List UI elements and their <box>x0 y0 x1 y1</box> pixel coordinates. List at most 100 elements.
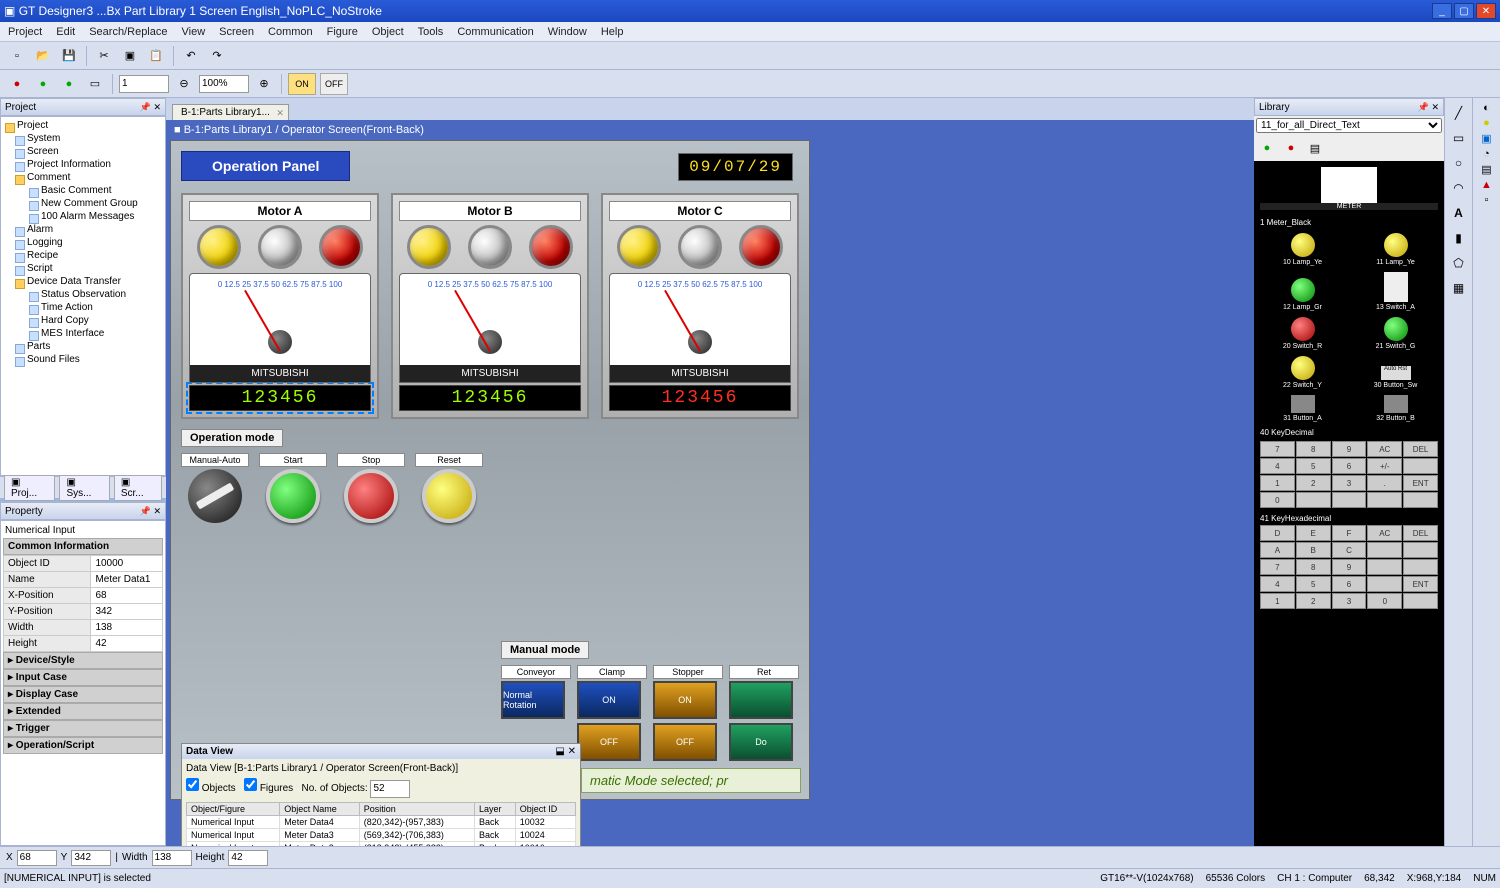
design-canvas[interactable]: Operation Panel 09/07/29 Motor A0 12.5 2… <box>170 140 810 800</box>
prop-group[interactable]: ▸ Trigger <box>3 720 163 737</box>
library-item[interactable]: 10 Lamp_Ye <box>1260 233 1345 266</box>
library-item[interactable]: 21 Switch_G <box>1353 317 1438 350</box>
zoom-field[interactable] <box>199 75 249 93</box>
page-field[interactable] <box>119 75 169 93</box>
keypad-key[interactable]: D <box>1260 525 1295 541</box>
on-toggle[interactable]: ON <box>288 73 316 95</box>
table-header[interactable]: Layer <box>475 802 516 815</box>
property-table[interactable]: Object ID10000NameMeter Data1X-Position6… <box>3 555 163 652</box>
prop-val[interactable]: Meter Data1 <box>91 572 163 588</box>
new-icon[interactable]: ▫ <box>6 45 28 67</box>
data-view-table[interactable]: Object/FigureObject NamePositionLayerObj… <box>186 802 576 847</box>
keypad-key[interactable]: . <box>1367 475 1402 491</box>
menu-view[interactable]: View <box>182 26 206 38</box>
square-button[interactable]: ON <box>653 681 717 719</box>
keypad-decimal[interactable]: 789ACDEL456+/-123.ENT0 <box>1260 441 1438 508</box>
menu-help[interactable]: Help <box>601 26 624 38</box>
w-input[interactable] <box>152 850 192 866</box>
tree-item[interactable]: MES Interface <box>27 327 163 340</box>
lamp-off[interactable] <box>468 225 512 269</box>
keypad-key[interactable] <box>1367 576 1402 592</box>
menu-screen[interactable]: Screen <box>219 26 254 38</box>
numeric-readout[interactable]: 123456 <box>609 385 791 411</box>
tree-comment[interactable]: Comment <box>13 171 163 184</box>
lib-del-icon[interactable]: ● <box>1280 137 1302 159</box>
redo-icon[interactable]: ↷ <box>206 45 228 67</box>
prop-val[interactable]: 42 <box>91 636 163 652</box>
keypad-key[interactable] <box>1403 458 1438 474</box>
tree-item[interactable]: Screen <box>13 145 163 158</box>
project-tree[interactable]: Project SystemScreenProject Information … <box>0 116 166 476</box>
keypad-key[interactable]: 9 <box>1332 441 1367 457</box>
table-row[interactable]: Numerical InputMeter Data3(569,342)-(706… <box>187 828 576 841</box>
label-thumb[interactable]: Auto Rst <box>1381 366 1411 380</box>
minimize-button[interactable]: _ <box>1432 3 1452 19</box>
cut-icon[interactable]: ✂ <box>93 45 115 67</box>
bottom-tab[interactable]: ▣ Scr... <box>114 475 162 501</box>
tree-item[interactable]: New Comment Group <box>27 197 163 210</box>
keypad-key[interactable]: 8 <box>1296 559 1331 575</box>
fill-tool-icon[interactable]: ▮ <box>1448 227 1470 249</box>
maximize-button[interactable]: ▢ <box>1454 3 1474 19</box>
table-header[interactable]: Object/Figure <box>187 802 280 815</box>
bottom-tab[interactable]: ▣ Sys... <box>59 475 109 501</box>
tree-item[interactable]: Project Information <box>13 158 163 171</box>
keypad-key[interactable] <box>1332 492 1367 508</box>
numeric-readout[interactable]: 123456 <box>399 385 581 411</box>
prop-group[interactable]: ▸ Device/Style <box>3 652 163 669</box>
square-button[interactable]: OFF <box>577 723 641 761</box>
lamp-off[interactable] <box>678 225 722 269</box>
pin-icon[interactable]: 📌 ✕ <box>140 102 161 113</box>
figures-checkbox[interactable]: Figures <box>244 783 293 794</box>
lamp-red[interactable] <box>739 225 783 269</box>
library-item[interactable]: 22 Switch_Y <box>1260 356 1345 389</box>
lamp-yellow[interactable] <box>617 225 661 269</box>
square-button[interactable]: Do <box>729 723 793 761</box>
zoom-in-icon[interactable]: ⊕ <box>253 73 275 95</box>
menu-tools[interactable]: Tools <box>418 26 444 38</box>
tool-b-icon[interactable]: ● <box>32 73 54 95</box>
keypad-key[interactable]: 8 <box>1296 441 1331 457</box>
keypad-key[interactable]: ENT <box>1403 475 1438 491</box>
op-button[interactable]: Start <box>259 453 327 523</box>
keypad-key[interactable]: 0 <box>1367 593 1402 609</box>
keypad-key[interactable]: DEL <box>1403 525 1438 541</box>
square-button[interactable]: Normal Rotation <box>501 681 565 719</box>
keypad-key[interactable]: C <box>1332 542 1367 558</box>
keypad-key[interactable]: 7 <box>1260 559 1295 575</box>
pin-icon[interactable]: 📌 ✕ <box>1418 102 1439 113</box>
square-button[interactable] <box>729 681 793 719</box>
keypad-key[interactable] <box>1403 542 1438 558</box>
tool-d-icon[interactable]: ▭ <box>84 73 106 95</box>
tree-item[interactable]: System <box>13 132 163 145</box>
prop-val[interactable]: 10000 <box>91 556 163 572</box>
prop-group[interactable]: ▸ Display Case <box>3 686 163 703</box>
circle-tool-icon[interactable]: ○ <box>1448 152 1470 174</box>
button-thumb[interactable] <box>1291 395 1315 413</box>
library-item[interactable]: 12 Lamp_Gr <box>1260 278 1345 311</box>
menu-communication[interactable]: Communication <box>457 26 533 38</box>
switch-obj-icon[interactable]: ◐ <box>1483 102 1490 114</box>
lamp-yellow[interactable] <box>197 225 241 269</box>
tree-item[interactable]: Status Observation <box>27 288 163 301</box>
keypad-key[interactable] <box>1403 559 1438 575</box>
tool-a-icon[interactable]: ● <box>6 73 28 95</box>
lamp-thumb[interactable] <box>1291 278 1315 302</box>
menu-search-replace[interactable]: Search/Replace <box>89 26 167 38</box>
library-dropdown[interactable]: 11_for_all_Direct_Text <box>1256 118 1442 133</box>
op-button[interactable]: Stop <box>337 453 405 523</box>
tree-ddt[interactable]: Device Data Transfer <box>13 275 163 288</box>
part-obj-icon[interactable]: ▫ <box>1485 194 1489 206</box>
keypad-key[interactable]: B <box>1296 542 1331 558</box>
prop-val[interactable]: 68 <box>91 588 163 604</box>
keypad-key[interactable]: 5 <box>1296 458 1331 474</box>
dataview-close-icon[interactable]: ⬓ ✕ <box>555 746 576 757</box>
keypad-key[interactable]: 4 <box>1260 458 1295 474</box>
lamp-thumb[interactable] <box>1291 356 1315 380</box>
y-input[interactable] <box>71 850 111 866</box>
keypad-key[interactable]: +/- <box>1367 458 1402 474</box>
lamp-red[interactable] <box>319 225 363 269</box>
tab-close-icon[interactable]: ✕ <box>276 108 284 119</box>
lamp-red[interactable] <box>529 225 573 269</box>
push-button[interactable] <box>344 469 398 523</box>
